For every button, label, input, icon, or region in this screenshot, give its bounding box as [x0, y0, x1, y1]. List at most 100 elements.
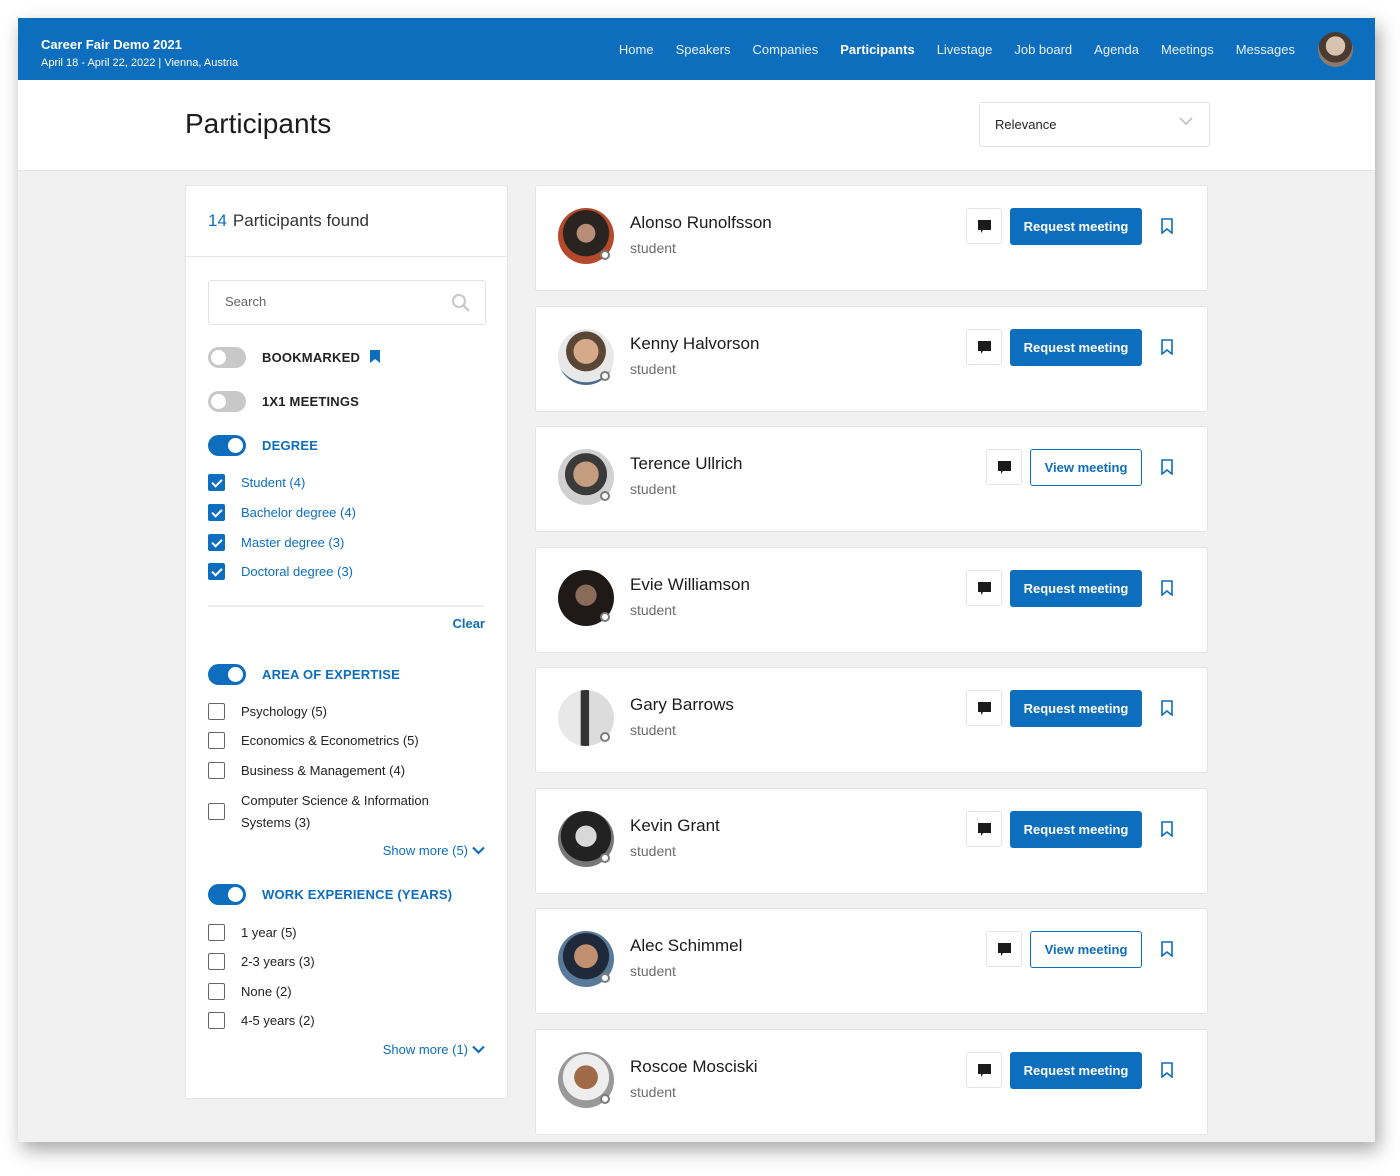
expertise-checkbox-psychology[interactable]	[208, 703, 225, 720]
participant-name[interactable]: Alonso Runolfsson	[630, 213, 772, 233]
bookmark-icon[interactable]	[1161, 700, 1173, 716]
user-avatar[interactable]	[1318, 32, 1353, 67]
message-button[interactable]	[966, 1051, 1002, 1088]
degree-checkbox-doctoral[interactable]	[208, 563, 225, 580]
1x1-meetings-label: 1X1 MEETINGS	[262, 394, 360, 409]
request-meeting-button[interactable]: Request meeting	[1010, 328, 1142, 366]
page-title: Participants	[185, 108, 332, 139]
degree-option-label: Master degree (3)	[241, 535, 345, 550]
bookmark-icon[interactable]	[1161, 941, 1173, 957]
request-meeting-button[interactable]: Request meeting	[1010, 810, 1142, 848]
app-window: Career Fair Demo 2021 April 18 - April 2…	[18, 18, 1375, 1142]
experience-option-label: 4-5 years (2)	[241, 1013, 315, 1028]
experience-option-label: 2-3 years (3)	[241, 954, 315, 969]
chevron-down-icon	[472, 846, 485, 855]
sort-dropdown[interactable]: Relevance	[979, 102, 1210, 147]
nav-agenda[interactable]: Agenda	[1094, 42, 1139, 57]
nav-companies[interactable]: Companies	[753, 42, 819, 57]
nav-job-board[interactable]: Job board	[1014, 42, 1072, 57]
participant-card: Roscoe Mosciski student Request meeting	[535, 1028, 1208, 1135]
bookmark-icon[interactable]	[1161, 1061, 1173, 1078]
online-status-indicator	[600, 732, 610, 742]
chat-icon	[978, 1063, 991, 1077]
participant-name[interactable]: Terence Ullrich	[630, 454, 742, 474]
top-navigation-bar: Career Fair Demo 2021 April 18 - April 2…	[18, 18, 1375, 80]
message-button[interactable]	[966, 690, 1002, 726]
chat-icon	[978, 702, 991, 715]
online-status-indicator	[600, 491, 610, 501]
chat-icon	[978, 822, 991, 836]
request-meeting-button[interactable]: Request meeting	[1010, 208, 1142, 245]
degree-toggle[interactable]	[208, 435, 246, 456]
bookmark-icon[interactable]	[1161, 218, 1173, 234]
participant-name[interactable]: Kenny Halvorson	[630, 334, 759, 354]
degree-checkbox-bachelor[interactable]	[208, 504, 225, 521]
online-status-indicator	[600, 973, 610, 983]
message-button[interactable]	[966, 328, 1002, 365]
bookmark-icon[interactable]	[1161, 459, 1173, 475]
expertise-checkbox-economics[interactable]	[208, 732, 225, 749]
message-button[interactable]	[986, 931, 1022, 967]
clear-degree-button[interactable]: Clear	[452, 616, 485, 631]
results-count: 14 Participants found	[208, 211, 369, 231]
bookmark-icon[interactable]	[1161, 338, 1173, 355]
divider	[208, 605, 484, 607]
participant-card: Kevin Grant student Request meeting	[535, 787, 1208, 894]
participant-name[interactable]: Alec Schimmel	[630, 936, 742, 956]
expertise-toggle[interactable]	[208, 664, 246, 685]
work-experience-toggle[interactable]	[208, 884, 246, 905]
request-meeting-button[interactable]: Request meeting	[1010, 1051, 1142, 1089]
main-nav: Home Speakers Companies Participants Liv…	[597, 18, 1295, 80]
participant-card: Alonso Runolfsson student Request meetin…	[535, 185, 1208, 291]
participant-role: student	[630, 963, 676, 979]
participant-name[interactable]: Evie Williamson	[630, 575, 750, 595]
bookmark-icon[interactable]	[1161, 579, 1173, 596]
experience-checkbox-4-5-years[interactable]	[208, 1012, 225, 1029]
participant-name[interactable]: Roscoe Mosciski	[630, 1057, 758, 1077]
participant-card: Terence Ullrich student View meeting	[535, 426, 1208, 532]
nav-meetings[interactable]: Meetings	[1161, 42, 1214, 57]
expertise-show-more[interactable]: Show more (5)	[383, 843, 485, 858]
nav-speakers[interactable]: Speakers	[676, 42, 731, 57]
bookmarked-label: BOOKMARKED	[262, 350, 380, 365]
degree-checkbox-student[interactable]	[208, 474, 225, 491]
experience-checkbox-1-year[interactable]	[208, 924, 225, 941]
participant-card: Evie Williamson student Request meeting	[535, 546, 1208, 653]
expertise-option-label: Psychology (5)	[241, 704, 327, 719]
event-title: Career Fair Demo 2021	[41, 37, 182, 52]
1x1-meetings-toggle[interactable]	[208, 391, 246, 412]
participant-role: student	[630, 360, 676, 377]
message-button[interactable]	[986, 449, 1022, 485]
expertise-checkbox-computer-science[interactable]	[208, 803, 225, 820]
message-button[interactable]	[966, 569, 1002, 606]
experience-checkbox-none[interactable]	[208, 983, 225, 1000]
degree-option-label: Student (4)	[241, 475, 306, 490]
search-icon[interactable]	[451, 293, 471, 313]
nav-livestage[interactable]: Livestage	[937, 42, 993, 57]
bookmarked-toggle[interactable]	[208, 347, 246, 368]
search-input[interactable]	[223, 293, 447, 310]
online-status-indicator	[600, 370, 610, 381]
message-button[interactable]	[966, 810, 1002, 847]
search-box[interactable]	[208, 280, 486, 325]
bookmark-icon[interactable]	[1161, 820, 1173, 837]
expertise-checkbox-business[interactable]	[208, 762, 225, 779]
expertise-option-label: Business & Management (4)	[241, 763, 406, 778]
participant-name[interactable]: Gary Barrows	[630, 695, 734, 715]
nav-home[interactable]: Home	[619, 42, 654, 57]
nav-participants[interactable]: Participants	[840, 42, 914, 57]
request-meeting-button[interactable]: Request meeting	[1010, 690, 1142, 727]
experience-show-more[interactable]: Show more (1)	[383, 1042, 485, 1057]
degree-checkbox-master[interactable]	[208, 534, 225, 551]
online-status-indicator	[600, 250, 610, 260]
experience-checkbox-2-3-years[interactable]	[208, 953, 225, 970]
view-meeting-button[interactable]: View meeting	[1030, 449, 1142, 486]
message-button[interactable]	[966, 208, 1002, 244]
participant-role: student	[630, 722, 676, 738]
request-meeting-button[interactable]: Request meeting	[1010, 569, 1142, 607]
online-status-indicator	[600, 1093, 610, 1104]
nav-messages[interactable]: Messages	[1236, 42, 1295, 57]
participant-name[interactable]: Kevin Grant	[630, 816, 720, 836]
expertise-label: AREA OF EXPERTISE	[262, 667, 400, 682]
view-meeting-button[interactable]: View meeting	[1030, 931, 1142, 968]
